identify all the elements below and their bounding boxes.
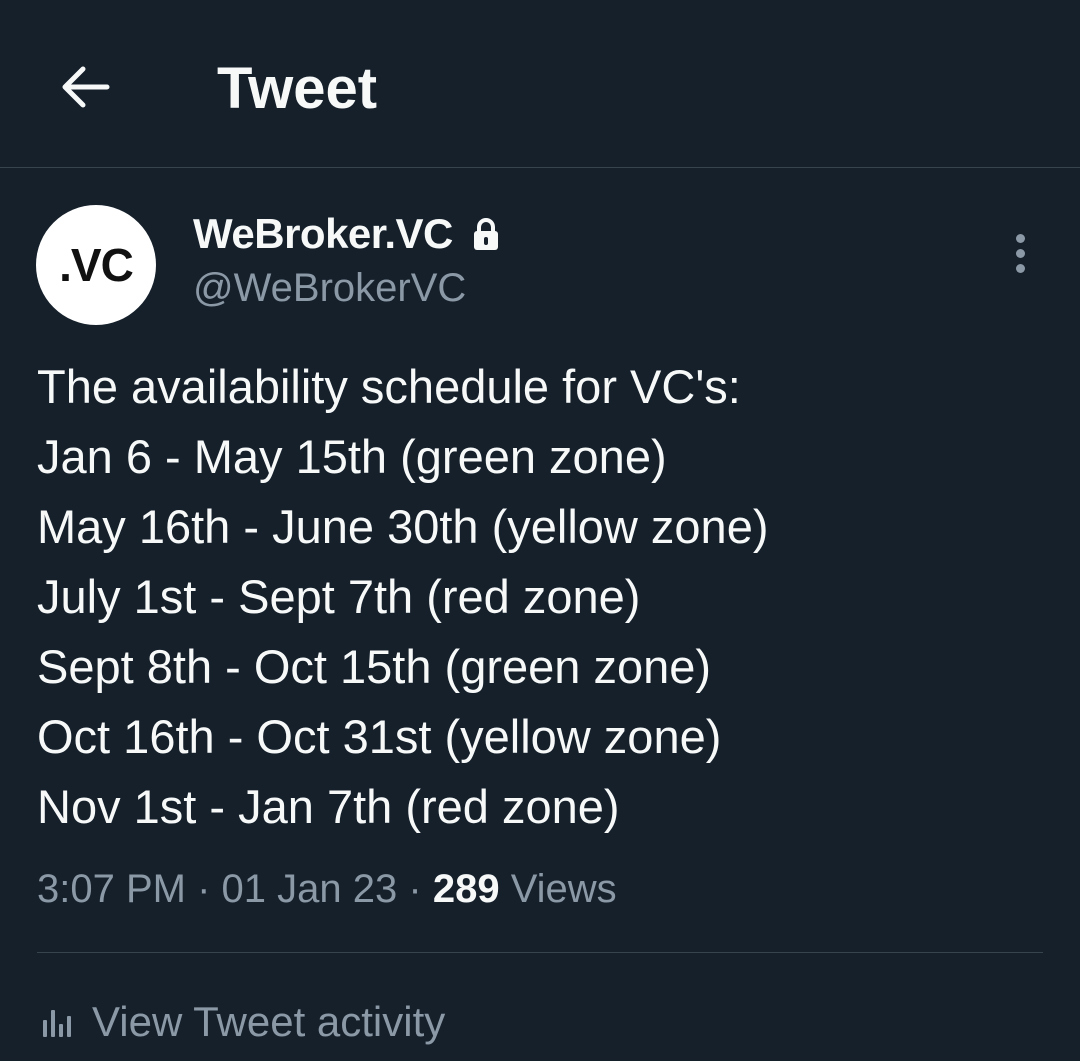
author-avatar[interactable]: .VC	[36, 205, 156, 325]
meta-separator: ·	[197, 867, 211, 911]
tweet-line: July 1st - Sept 7th (red zone)	[37, 570, 641, 623]
tweet-line: Oct 16th - Oct 31st (yellow zone)	[37, 710, 722, 763]
tweet-meta: 3:07 PM · 01 Jan 23 · 289 Views	[37, 862, 617, 916]
lock-icon	[471, 217, 501, 251]
more-options-button[interactable]	[998, 228, 1042, 278]
meta-separator: ·	[408, 867, 422, 911]
author-name-row[interactable]: WeBroker.VC	[193, 208, 501, 260]
view-tweet-activity-button[interactable]: View Tweet activity	[40, 995, 445, 1049]
page-title: Tweet	[217, 56, 378, 121]
views-label: Views	[510, 867, 617, 911]
tweet-time[interactable]: 3:07 PM	[37, 867, 186, 911]
author-display-name[interactable]: WeBroker.VC	[193, 210, 453, 258]
tweet-text: The availability schedule for VC's: Jan …	[37, 352, 1047, 842]
author-handle[interactable]: @WeBrokerVC	[193, 263, 466, 313]
tweet-line: Sept 8th - Oct 15th (green zone)	[37, 640, 712, 693]
tweet-line: Jan 6 - May 15th (green zone)	[37, 430, 667, 483]
tweet-line: May 16th - June 30th (yellow zone)	[37, 500, 769, 553]
top-app-bar: Tweet	[0, 0, 1080, 168]
tweet-line: Nov 1st - Jan 7th (red zone)	[37, 780, 620, 833]
arrow-left-icon	[62, 66, 110, 108]
tweet-line: The availability schedule for VC's:	[37, 360, 741, 413]
more-vertical-icon-dot	[1015, 233, 1025, 243]
more-vertical-icon-dot	[1015, 248, 1025, 258]
tweet-date[interactable]: 01 Jan 23	[222, 867, 398, 911]
analytics-icon	[43, 1010, 71, 1037]
more-vertical-icon-dot	[1015, 263, 1025, 273]
views-count: 289	[432, 867, 500, 911]
divider	[37, 952, 1043, 953]
activity-label: View Tweet activity	[92, 998, 446, 1045]
back-button[interactable]	[50, 52, 120, 122]
